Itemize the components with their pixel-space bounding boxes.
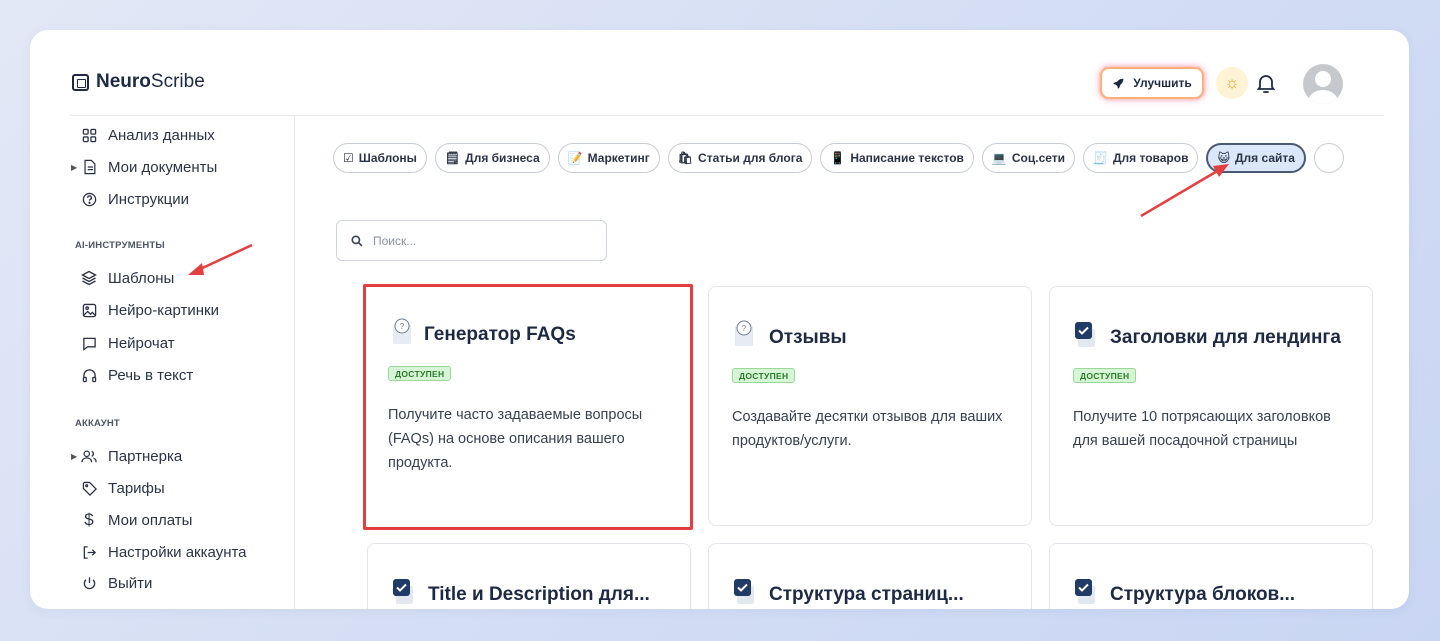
checkbox-icon	[1075, 579, 1095, 604]
category-chips: ☑ Шаблоны 🗒 Для бизнеса 📝 Маркетинг 🛍 Статьи…	[333, 143, 1344, 173]
receipt-icon: 🧾	[1093, 151, 1108, 165]
rocket-icon	[1113, 78, 1124, 89]
template-card-block-structure[interactable]: Структура блоков...	[1049, 543, 1373, 609]
sidebar: Анализ данных ▶ Мои документы Инструкции…	[30, 116, 295, 609]
tag-icon	[80, 479, 98, 497]
dollar-icon: $	[84, 510, 94, 529]
upgrade-button[interactable]: Улучшить	[1100, 67, 1204, 99]
bell-icon[interactable]	[1254, 71, 1278, 95]
section-account: АККАУНТ	[75, 418, 120, 429]
app-window: NeuroScribe Улучшить ☼ Анализ данных ▶ М…	[30, 30, 1409, 609]
section-ai-tools: AI-ИНСТРУМЕНТЫ	[75, 240, 165, 251]
svg-text:?: ?	[400, 322, 405, 331]
chip-copywriting[interactable]: 📱 Написание текстов	[820, 143, 974, 173]
search-icon	[351, 234, 363, 246]
svg-text:?: ?	[742, 324, 747, 333]
chip-products[interactable]: 🧾 Для товаров	[1083, 143, 1199, 173]
sidebar-item-account-settings[interactable]: Настройки аккаунта	[80, 541, 247, 563]
faq-icon: ?	[735, 320, 753, 346]
power-icon	[80, 574, 98, 592]
checkbox-icon	[393, 579, 413, 604]
logo-icon	[72, 73, 89, 91]
image-icon	[80, 301, 98, 319]
sidebar-item-my-payments[interactable]: $ Мои оплаты	[80, 509, 192, 531]
chip-social[interactable]: 💻 Соц.сети	[981, 143, 1076, 173]
chip-marketing[interactable]: 📝 Маркетинг	[557, 143, 660, 173]
sidebar-item-instructions[interactable]: Инструкции	[80, 188, 189, 210]
chat-icon	[80, 334, 98, 352]
checkbox-icon: ☑	[343, 151, 354, 165]
logo[interactable]: NeuroScribe	[72, 71, 205, 93]
template-card-reviews[interactable]: ? Отзывы ДОСТУПЕН Создавайте десятки отз…	[708, 286, 1032, 526]
chip-more[interactable]	[1313, 143, 1344, 173]
sidebar-item-my-documents[interactable]: ▶ Мои документы	[71, 156, 217, 178]
template-card-faq[interactable]: ? Генератор FAQs ДОСТУПЕН Получите часто…	[363, 284, 693, 530]
caret-right-icon: ▶	[71, 451, 78, 461]
grid-icon	[80, 126, 98, 144]
shopping-bags-icon: 🛍	[677, 151, 694, 165]
template-card-landing-headlines[interactable]: Заголовки для лендинга ДОСТУПЕН Получите…	[1049, 286, 1373, 526]
checkbox-icon	[1075, 322, 1095, 347]
sidebar-item-partner[interactable]: ▶ Партнерка	[71, 445, 182, 467]
template-card-page-structure[interactable]: Структура страниц...	[708, 543, 1032, 609]
help-circle-icon	[80, 190, 98, 208]
search-field[interactable]	[336, 220, 607, 261]
sidebar-item-neurochat[interactable]: Нейрочат	[80, 332, 175, 354]
search-input[interactable]	[373, 233, 573, 248]
status-badge: ДОСТУПЕН	[388, 366, 452, 381]
faq-icon: ?	[393, 318, 411, 344]
theme-toggle-sun-icon[interactable]: ☼	[1216, 67, 1248, 99]
layers-icon	[80, 269, 98, 287]
main-content: ☑ Шаблоны 🗒 Для бизнеса 📝 Маркетинг 🛍 Статьи…	[295, 116, 1409, 609]
users-icon	[80, 447, 98, 465]
sidebar-item-neuro-images[interactable]: Нейро-картинки	[80, 299, 219, 321]
login-icon	[80, 543, 98, 561]
chip-templates[interactable]: ☑ Шаблоны	[333, 143, 427, 173]
cat-face-icon: 😺	[1217, 151, 1230, 165]
sidebar-item-speech-to-text[interactable]: Речь в текст	[80, 364, 193, 386]
headphones-icon	[80, 366, 98, 384]
sidebar-item-logout[interactable]: Выйти	[80, 572, 152, 594]
chip-business[interactable]: 🗒 Для бизнеса	[434, 143, 550, 173]
notepad-icon: 🗒	[444, 151, 461, 165]
laptop-icon: 💻	[991, 151, 1007, 165]
status-badge: ДОСТУПЕН	[732, 368, 796, 383]
logo-text: NeuroScribe	[96, 71, 205, 92]
status-badge: ДОСТУПЕН	[1073, 368, 1137, 383]
chip-blog-articles[interactable]: 🛍 Статьи для блога	[667, 143, 813, 173]
checkbox-icon	[734, 579, 754, 604]
document-icon	[80, 158, 98, 176]
template-card-title-description[interactable]: Title и Description для...	[367, 543, 691, 609]
avatar[interactable]	[1303, 64, 1343, 104]
sidebar-item-data-analysis[interactable]: Анализ данных	[80, 124, 215, 146]
header: NeuroScribe Улучшить ☼	[30, 30, 1409, 116]
chip-website[interactable]: 😺 Для сайта	[1206, 143, 1306, 173]
caret-right-icon: ▶	[71, 162, 78, 172]
sidebar-item-tariffs[interactable]: Тарифы	[80, 477, 165, 499]
sidebar-item-templates[interactable]: Шаблоны	[80, 267, 174, 289]
memo-icon: 📝	[567, 151, 583, 165]
phone-icon: 📱	[830, 151, 846, 165]
